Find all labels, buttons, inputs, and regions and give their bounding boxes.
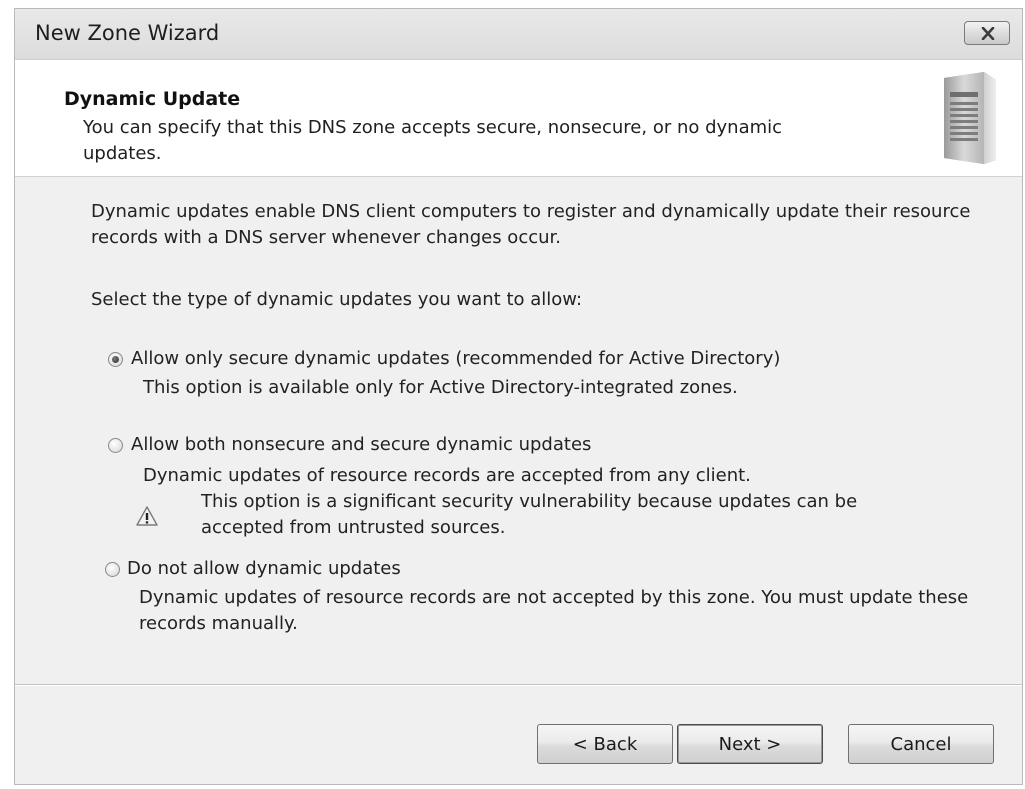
close-icon xyxy=(981,27,995,40)
option-label[interactable]: Allow both nonsecure and secure dynamic … xyxy=(131,433,591,457)
intro-text: Dynamic updates enable DNS client comput… xyxy=(91,201,971,248)
cancel-button[interactable]: Cancel xyxy=(848,724,994,764)
new-zone-wizard-window: New Zone Wizard Dynamic Update You can s… xyxy=(14,8,1023,785)
warning-icon xyxy=(136,506,158,526)
back-button[interactable]: < Back xyxy=(537,724,673,764)
window-title: New Zone Wizard xyxy=(35,21,220,45)
option-description: Dynamic updates of resource records are … xyxy=(139,587,969,634)
footer-divider xyxy=(15,684,1022,686)
radio-nonsecure-and-secure[interactable] xyxy=(108,438,123,453)
option-label[interactable]: Allow only secure dynamic updates (recom… xyxy=(131,347,780,371)
page-description: You can specify that this DNS zone accep… xyxy=(83,117,783,164)
radio-secure-only[interactable] xyxy=(108,352,123,367)
option-label[interactable]: Do not allow dynamic updates xyxy=(127,557,401,581)
title-bar: New Zone Wizard xyxy=(15,9,1022,60)
close-button[interactable] xyxy=(964,21,1010,45)
select-prompt: Select the type of dynamic updates you w… xyxy=(91,289,583,310)
option-description: This option is available only for Active… xyxy=(143,377,738,398)
wizard-header: Dynamic Update You can specify that this… xyxy=(15,60,1022,177)
page-title: Dynamic Update xyxy=(64,88,241,110)
warning-text: This option is a significant security vu… xyxy=(201,491,858,538)
option-description: Dynamic updates of resource records are … xyxy=(143,465,751,486)
wizard-content: Dynamic updates enable DNS client comput… xyxy=(15,177,1022,682)
next-button[interactable]: Next > xyxy=(677,724,823,764)
radio-no-updates[interactable] xyxy=(105,562,120,577)
server-icon xyxy=(944,72,996,164)
